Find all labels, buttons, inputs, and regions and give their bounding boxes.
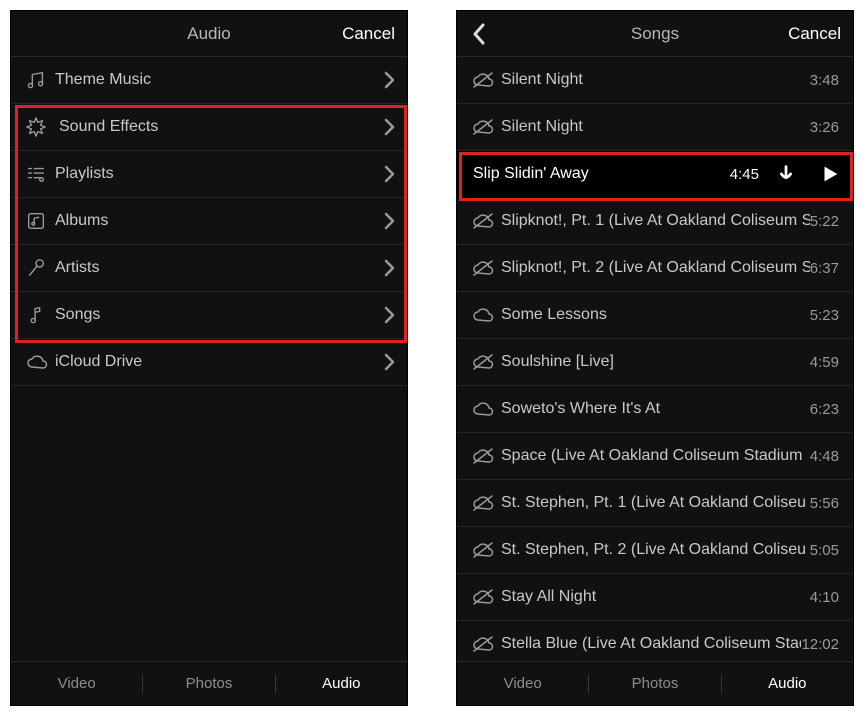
- album-icon: [25, 210, 55, 232]
- burst-icon: [25, 116, 55, 138]
- tab-audio[interactable]: Audio: [722, 675, 853, 692]
- song-duration: 6:37: [810, 260, 853, 277]
- category-label: iCloud Drive: [55, 353, 371, 371]
- songs-list: Silent Night3:48Silent Night3:26Slip Sli…: [457, 57, 853, 661]
- song-row[interactable]: Slip Slidin' Away4:45: [457, 151, 853, 198]
- song-duration: 5:05: [810, 542, 853, 559]
- cancel-button[interactable]: Cancel: [342, 24, 395, 44]
- cloud-off-icon: [471, 494, 501, 512]
- phone-songs-list: Songs Cancel Silent Night3:48Silent Nigh…: [456, 10, 854, 706]
- tab-bar: VideoPhotosAudio: [457, 661, 853, 705]
- tab-photos[interactable]: Photos: [143, 675, 274, 692]
- category-label: Albums: [55, 212, 371, 230]
- category-label: Theme Music: [55, 71, 371, 89]
- cloud-off-icon: [471, 588, 501, 606]
- header: Audio Cancel: [11, 11, 407, 57]
- tab-photos[interactable]: Photos: [589, 675, 720, 692]
- song-row[interactable]: St. Stephen, Pt. 2 (Live At Oakland Coli…: [457, 527, 853, 574]
- song-row[interactable]: Slipknot!, Pt. 2 (Live At Oakland Colise…: [457, 245, 853, 292]
- song-row[interactable]: Space (Live At Oakland Coliseum Stadium4…: [457, 433, 853, 480]
- cloud-off-icon: [471, 71, 501, 89]
- note-icon: [25, 304, 55, 326]
- song-row[interactable]: Soulshine [Live]4:59: [457, 339, 853, 386]
- tab-audio[interactable]: Audio: [276, 675, 407, 692]
- back-button[interactable]: [465, 20, 493, 48]
- song-title: Soulshine [Live]: [501, 353, 810, 371]
- song-duration: 5:56: [810, 495, 853, 512]
- tab-video[interactable]: Video: [457, 675, 588, 692]
- cloud-off-icon: [471, 541, 501, 559]
- song-duration: 4:59: [810, 354, 853, 371]
- song-duration: 4:48: [810, 448, 853, 465]
- song-title: Slipknot!, Pt. 2 (Live At Oakland Colise…: [501, 259, 810, 277]
- song-actions: [765, 152, 853, 197]
- category-row-albums[interactable]: Albums: [11, 198, 407, 245]
- cloud-off-icon: [471, 212, 501, 230]
- song-title: St. Stephen, Pt. 2 (Live At Oakland Coli…: [501, 541, 810, 559]
- song-duration: 5:22: [810, 213, 853, 230]
- category-label: Playlists: [55, 165, 371, 183]
- cancel-button[interactable]: Cancel: [788, 24, 841, 44]
- song-title: Silent Night: [501, 71, 810, 89]
- song-title: Slip Slidin' Away: [471, 165, 725, 183]
- tab-bar: VideoPhotosAudio: [11, 661, 407, 705]
- song-row[interactable]: St. Stephen, Pt. 1 (Live At Oakland Coli…: [457, 480, 853, 527]
- header: Songs Cancel: [457, 11, 853, 57]
- list-icon: [25, 163, 55, 185]
- song-row[interactable]: Stella Blue (Live At Oakland Coliseum St…: [457, 621, 853, 661]
- cloud-off-icon: [471, 635, 501, 653]
- cloud-off-icon: [471, 353, 501, 371]
- chevron-right-icon: [371, 353, 407, 371]
- song-duration: 3:26: [810, 119, 853, 136]
- chevron-right-icon: [371, 118, 407, 136]
- song-title: Stella Blue (Live At Oakland Coliseum St…: [501, 635, 801, 653]
- song-title: Soweto's Where It's At: [501, 400, 810, 418]
- song-row[interactable]: Slipknot!, Pt. 1 (Live At Oakland Colise…: [457, 198, 853, 245]
- cloud-icon: [471, 400, 501, 418]
- song-row[interactable]: Silent Night3:48: [457, 57, 853, 104]
- chevron-right-icon: [371, 71, 407, 89]
- category-label: Artists: [55, 259, 371, 277]
- song-duration: 3:48: [810, 72, 853, 89]
- category-row-playlists[interactable]: Playlists: [11, 151, 407, 198]
- music-icon: [25, 69, 55, 91]
- song-title: Space (Live At Oakland Coliseum Stadium: [501, 447, 810, 465]
- category-row-icloud-drive[interactable]: iCloud Drive: [11, 339, 407, 386]
- phone-audio-categories: Audio Cancel Theme Music Sound Effects Pla…: [10, 10, 408, 706]
- cloud-icon: [25, 353, 55, 371]
- song-duration: 4:10: [810, 589, 853, 606]
- cloud-off-icon: [471, 447, 501, 465]
- song-title: Slipknot!, Pt. 1 (Live At Oakland Colise…: [501, 212, 810, 230]
- song-duration: 12:02: [801, 636, 853, 653]
- chevron-right-icon: [371, 306, 407, 324]
- category-list: Theme Music Sound Effects Playlists Albums A…: [11, 57, 407, 661]
- song-title: Silent Night: [501, 118, 810, 136]
- song-duration: 6:23: [810, 401, 853, 418]
- song-row[interactable]: Soweto's Where It's At6:23: [457, 386, 853, 433]
- song-title: St. Stephen, Pt. 1 (Live At Oakland Coli…: [501, 494, 810, 512]
- cloud-icon: [471, 306, 501, 324]
- song-row[interactable]: Silent Night3:26: [457, 104, 853, 151]
- category-row-theme-music[interactable]: Theme Music: [11, 57, 407, 104]
- category-label: Sound Effects: [55, 118, 371, 136]
- chevron-right-icon: [371, 165, 407, 183]
- mic-icon: [25, 257, 55, 279]
- category-row-songs[interactable]: Songs: [11, 292, 407, 339]
- chevron-right-icon: [371, 259, 407, 277]
- tab-video[interactable]: Video: [11, 675, 142, 692]
- category-label: Songs: [55, 306, 371, 324]
- cloud-off-icon: [471, 118, 501, 136]
- cloud-off-icon: [471, 259, 501, 277]
- song-title: Stay All Night: [501, 588, 810, 606]
- chevron-right-icon: [371, 212, 407, 230]
- song-title: Some Lessons: [501, 306, 810, 324]
- song-duration: 4:45: [725, 166, 765, 183]
- song-row[interactable]: Some Lessons5:23: [457, 292, 853, 339]
- play-button[interactable]: [809, 152, 851, 197]
- song-duration: 5:23: [810, 307, 853, 324]
- category-row-artists[interactable]: Artists: [11, 245, 407, 292]
- song-row[interactable]: Stay All Night4:10: [457, 574, 853, 621]
- category-row-sound-effects[interactable]: Sound Effects: [11, 104, 407, 151]
- download-button[interactable]: [765, 152, 807, 197]
